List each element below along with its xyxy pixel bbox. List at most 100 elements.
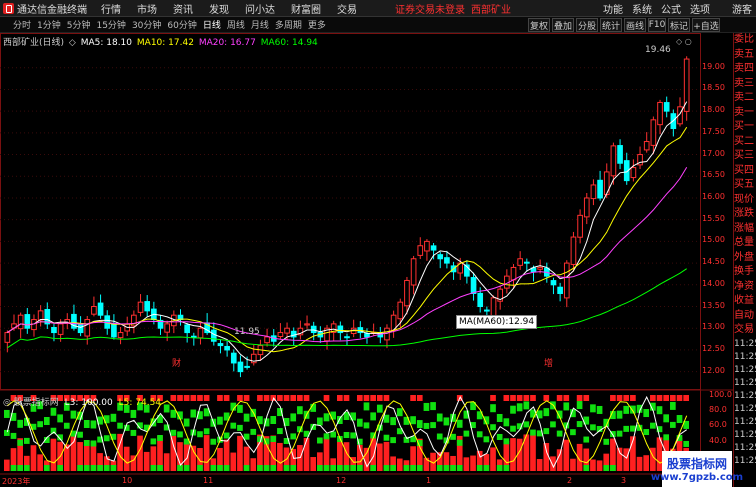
menu-item-discover[interactable]: 发现 [209,1,229,16]
candle-body-41 [277,332,284,338]
ind-green-bar-b-92 [616,430,623,437]
adjust-button[interactable]: 复权 [528,18,550,32]
ind-green-bar-b-65 [436,433,443,440]
app-logo-icon [3,2,14,14]
draw-button[interactable]: 画线 [624,18,646,32]
ind-green-bar-a-43 [290,413,297,422]
overlay-button[interactable]: 叠加 [552,18,574,32]
date-label-jan: 1 [426,476,432,485]
tab-60min[interactable]: 60分钟 [167,18,196,31]
ind-green-bar-a-78 [523,401,530,410]
side-label-1: 卖五 [734,48,754,60]
tab-weekly[interactable]: 周线 [227,18,245,31]
ind-green-bar-b-17 [117,422,123,429]
ind-top-bar-98 [656,395,663,401]
login-warning[interactable]: 证券交易未登录 [395,1,465,16]
menu-system[interactable]: 系统 [632,1,652,16]
ind-top-bar-57 [383,395,390,401]
ind-bottom-green-2 [17,465,23,471]
chart-area[interactable] [0,33,733,487]
ind-green-bar-b-78 [523,421,530,428]
low-price-label: 11.95 [234,327,260,337]
ind-green-bar-a-63 [423,402,430,411]
side-label-6: 买一 [734,121,754,132]
candle-body-13 [91,306,97,315]
ind-green-bar-b-64 [430,422,436,429]
ind-red-bar-37 [250,458,257,471]
menu-item-assistant[interactable]: 问小达 [245,1,275,16]
price-tick-9: 14.50 [702,257,725,267]
ind-green-bar-a-89 [596,405,603,414]
stats-button[interactable]: 统计 [600,18,622,32]
ind-green-bar-a-10 [70,410,77,419]
ind-bottom-green-68 [456,465,463,471]
tab-1min[interactable]: 1分钟 [37,18,61,31]
ind-green-bar-b-37 [250,428,257,435]
ind-green-bar-b-93 [623,425,630,432]
ind-green-bar-b-90 [603,438,610,445]
menu-guest[interactable]: 游客 [732,1,752,16]
watermark-title: 股票指标网 [666,457,727,471]
ind-green-bar-a-66 [443,417,450,426]
ind-bottom-green-23 [157,465,163,471]
ind-green-bar-a-7 [50,407,57,416]
ind-green-bar-a-84 [563,402,570,411]
price-tick-0: 19.00 [702,61,725,71]
candle-body-66 [444,257,450,264]
ind-green-bar-a-58 [390,417,396,426]
ind-green-bar-b-102 [683,440,690,447]
side-label-3: 卖三 [734,77,754,89]
tab-5min[interactable]: 5分钟 [67,18,91,31]
ind-bottom-green-55 [370,465,376,471]
ind-green-bar-a-86 [576,401,583,410]
indicator-settings-icon[interactable]: ◎ [3,398,11,408]
candle-body-88 [590,184,597,200]
tab-15min[interactable]: 15分钟 [96,18,125,31]
side-label-9: 买四 [734,164,754,176]
app-title: 通达信金融终端 [17,4,87,16]
tab-30min[interactable]: 30分钟 [132,18,161,31]
ind-green-bar-b-11 [77,431,83,438]
menu-options[interactable]: 选项 [690,1,710,16]
ind-red-bar-69 [463,457,470,471]
menu-function[interactable]: 功能 [603,1,623,16]
ind-top-bar-61 [410,395,416,401]
tab-daily[interactable]: 日线 [203,18,221,31]
ind-red-bar-93 [623,448,630,471]
ind-red-bar-25 [170,435,177,471]
ind-green-bar-a-75 [503,418,510,427]
tab-more[interactable]: 更多 [308,18,326,31]
menu-item-quotes[interactable]: 行情 [101,1,121,16]
event-marker-finance[interactable]: 财 [172,356,181,369]
tab-monthly[interactable]: 月线 [251,18,269,31]
f10-button[interactable]: F10 [648,18,666,32]
menu-item-trade[interactable]: 交易 [337,1,357,16]
side-label-11: 现价 [734,193,754,205]
candle-body-28 [190,335,197,338]
indicator-name[interactable]: 股票指标网 [14,398,59,408]
menu-item-news[interactable]: 资讯 [173,1,193,16]
add-watchlist-button[interactable]: +自选 [692,18,720,32]
date-label-year: 2023年 [2,477,31,486]
candle-body-84 [563,262,570,299]
ind-green-bar-a-49 [330,411,337,420]
ind-top-bar-77 [516,395,523,401]
app-logo[interactable]: 通达信金融终端 [3,1,87,16]
chart-options-icon[interactable]: ◇ ○ [676,37,692,46]
tab-multi-period[interactable]: 多周期 [275,18,302,31]
mark-button[interactable]: 标记 [668,18,690,32]
menu-formula[interactable]: 公式 [661,1,681,16]
event-marker-increase[interactable]: 增 [544,356,553,369]
tab-intraday[interactable]: 分时 [13,18,31,31]
candle-body-64 [430,245,437,251]
ind-green-bar-b-87 [583,436,590,443]
menu-item-wealth[interactable]: 财富圈 [291,1,321,16]
ind-green-bar-b-2 [17,439,23,446]
ind-red-bar-84 [563,439,570,471]
ind-red-bar-30 [203,435,210,471]
ind-green-bar-a-52 [350,412,356,421]
side-label-16: 换手 [734,266,754,277]
ind-green-bar-a-24 [163,404,170,413]
menu-item-market[interactable]: 市场 [137,1,157,16]
split-button[interactable]: 分股 [576,18,598,32]
